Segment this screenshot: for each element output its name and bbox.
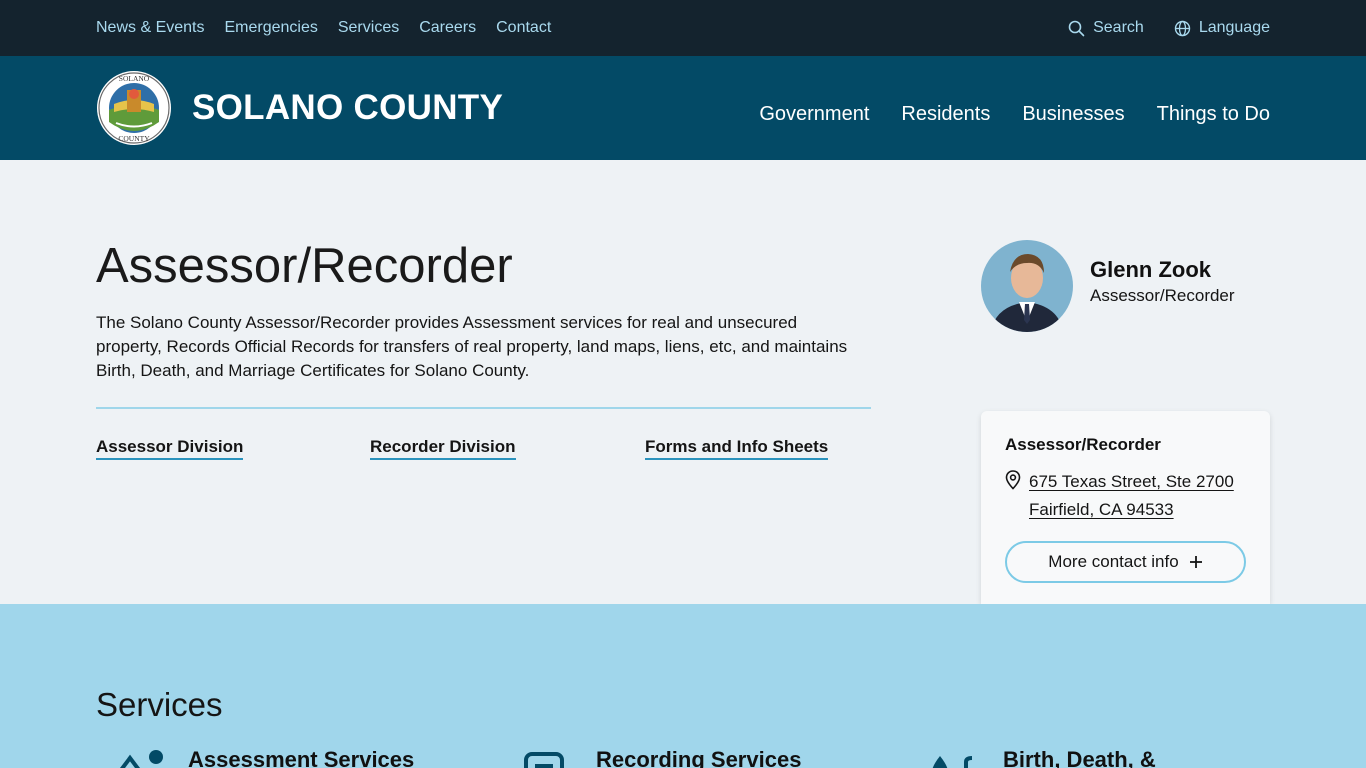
language-button[interactable]: Language (1174, 19, 1270, 37)
page-description: The Solano County Assessor/Recorder prov… (96, 313, 848, 380)
utility-link-careers[interactable]: Careers (419, 19, 476, 37)
service-recording-title: Recording Services (596, 747, 802, 768)
forms-info-sheets-link[interactable]: Forms and Info Sheets (645, 437, 829, 460)
services-heading: Services (96, 686, 223, 723)
services-section: Services Assessment Services Recording S… (0, 604, 1366, 768)
utility-actions: Search Language (1068, 0, 1270, 56)
vital-records-icon (932, 756, 973, 768)
official-photo (981, 240, 1073, 332)
plus-icon (1189, 556, 1202, 568)
more-contact-info-button[interactable]: More contact info (1005, 541, 1246, 583)
contact-card: Assessor/Recorder 675 Texas Street, Ste … (981, 411, 1270, 604)
search-button[interactable]: Search (1068, 19, 1144, 37)
search-icon (1068, 20, 1085, 36)
service-vital-records-title: Birth, Death, & (1003, 747, 1156, 768)
address-line-street[interactable]: 675 Texas Street, Ste 2700 (1029, 468, 1234, 496)
contact-card-title: Assessor/Recorder (1005, 435, 1161, 454)
recorder-division-link[interactable]: Recorder Division (370, 437, 516, 460)
globe-icon (1174, 20, 1191, 36)
county-name: SOLANO COUNTY (192, 88, 504, 127)
service-recording[interactable]: Recording Services (523, 744, 801, 768)
search-label: Search (1093, 19, 1144, 36)
official-name: Glenn Zook (1090, 256, 1211, 282)
utility-nav: News & Events Emergencies Services Caree… (96, 0, 551, 56)
map-pin-icon (1005, 470, 1021, 490)
language-label: Language (1198, 19, 1270, 36)
main-nav: Government Residents Businesses Things t… (759, 103, 1270, 126)
service-vital-records[interactable]: Birth, Death, & (926, 744, 1156, 768)
utility-link-emergencies[interactable]: Emergencies (224, 19, 317, 37)
utility-bar: News & Events Emergencies Services Caree… (0, 0, 1366, 56)
utility-link-contact[interactable]: Contact (496, 19, 551, 37)
utility-link-services[interactable]: Services (338, 19, 399, 37)
address-lines: 675 Texas Street, Ste 2700 Fairfield, CA… (1029, 468, 1234, 524)
nav-residents[interactable]: Residents (901, 103, 990, 126)
address-line-city[interactable]: Fairfield, CA 94533 (1029, 496, 1234, 524)
official-details: Glenn Zook Assessor/Recorder (1090, 257, 1235, 306)
nav-businesses[interactable]: Businesses (1022, 103, 1124, 126)
section-divider (96, 407, 871, 409)
assessment-icon (120, 750, 163, 768)
brand-home-link[interactable]: SOLANO COUNTY SOLANO COUNTY (96, 70, 503, 146)
more-contact-info-label: More contact info (1048, 552, 1179, 571)
nav-government[interactable]: Government (759, 103, 869, 126)
address-block: 675 Texas Street, Ste 2700 Fairfield, CA… (1005, 468, 1246, 524)
main-header: SOLANO COUNTY SOLANO COUNTY Government R… (0, 56, 1366, 160)
document-icon (524, 752, 564, 768)
seal-text-bottom: COUNTY (118, 134, 150, 143)
seal-text-top: SOLANO (119, 74, 150, 83)
assessor-division-link[interactable]: Assessor Division (96, 437, 244, 460)
official-profile: Glenn Zook Assessor/Recorder (981, 240, 1235, 332)
utility-link-news-events[interactable]: News & Events (96, 19, 204, 37)
nav-things-to-do[interactable]: Things to Do (1157, 103, 1270, 126)
service-assessment-title: Assessment Services (188, 747, 415, 768)
service-assessment[interactable]: Assessment Services (116, 744, 414, 768)
page-title: Assessor/Recorder (96, 239, 513, 293)
official-role: Assessor/Recorder (1090, 285, 1235, 305)
county-seal-logo: SOLANO COUNTY (97, 71, 171, 145)
